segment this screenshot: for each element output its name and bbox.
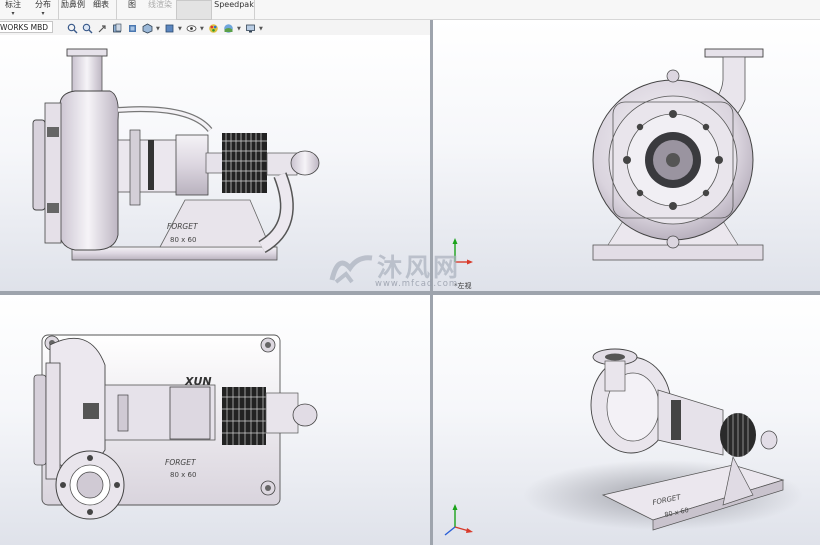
command-ribbon: 标注 ▾ 分布 ▾ 励鼻例 细表 图 线渲染 Speedpak [0,0,820,20]
zoom-area-icon[interactable] [81,23,94,35]
apply-scene-icon[interactable] [222,23,235,35]
ribbon-label: 细表 [93,0,109,9]
zoom-to-fit-icon[interactable] [66,23,79,35]
ribbon-line-render-button[interactable]: 线渲染 [146,0,174,20]
ribbon-label: 分布 [35,0,51,9]
chevron-down-icon[interactable]: ▼ [178,26,183,32]
coordinate-triad-icon [444,504,473,536]
ribbon-preview-thumbnail[interactable] [176,0,212,20]
top-plate-mark: XUN [184,375,212,388]
display-style-icon[interactable] [163,23,176,35]
pump-top-view: XUN FORGET 80 x 60 [33,334,318,520]
chevron-down-icon[interactable]: ▼ [200,26,205,32]
ribbon-separator [254,0,255,20]
ribbon-label: 图 [128,0,136,9]
dynamic-annotation-icon[interactable] [126,23,139,35]
coupling-grid [222,133,267,193]
viewport-isometric[interactable]: FORGET 80 x 60 [433,295,820,545]
ribbon-label: Speedpak [214,0,254,9]
solidworks-window: 标注 ▾ 分布 ▾ 励鼻例 细表 图 线渲染 Speedpak WORKS MBD … [0,0,820,545]
brand-text: FORGET [165,458,197,467]
ribbon-separator [116,0,117,20]
size-text: 80 x 60 [170,471,196,479]
viewport-top[interactable]: XUN FORGET 80 x 60 [0,295,430,545]
brand-text: FORGET [167,222,199,231]
view-settings-icon[interactable] [244,23,257,35]
ribbon-label: 标注 [5,0,21,9]
chevron-down-icon[interactable]: ▼ [156,26,161,32]
chevron-down-icon: ▾ [11,10,15,17]
ribbon-smart-dimension-button[interactable]: 标注 ▾ [0,0,26,20]
speedpak-button[interactable]: Speedpak [214,0,254,20]
watermark-logo-icon [329,255,373,284]
ribbon-distribute-button[interactable]: 分布 ▾ [30,0,56,20]
size-text: 80 x 60 [170,236,196,244]
ribbon-exploded-button[interactable]: 励鼻例 [60,0,86,20]
ribbon-view-button[interactable]: 图 [122,0,142,20]
tab-solidworks-mbd[interactable]: WORKS MBD [0,21,53,33]
view-orientation-icon[interactable] [141,23,154,35]
chevron-down-icon[interactable]: ▼ [237,26,242,32]
watermark: 沐风网 www.mfcad.com [328,248,493,294]
heads-up-view-toolbar: ▼ ▼ ▼ ▼ ▼ [66,22,264,35]
section-view-icon[interactable] [111,23,124,35]
watermark-url: www.mfcad.com [375,279,459,289]
hide-show-items-icon[interactable] [185,23,198,35]
ribbon-separator [58,0,59,20]
ribbon-label: 励鼻例 [61,0,85,9]
chevron-down-icon: ▾ [41,10,45,17]
chevron-down-icon[interactable]: ▼ [259,26,264,32]
pump-isometric-view: FORGET 80 x 60 [444,348,803,536]
ribbon-label: 线渲染 [148,0,172,9]
ribbon-table-button[interactable]: 细表 [90,0,112,20]
previous-view-icon[interactable] [96,23,109,35]
edit-appearance-icon[interactable] [207,23,220,35]
